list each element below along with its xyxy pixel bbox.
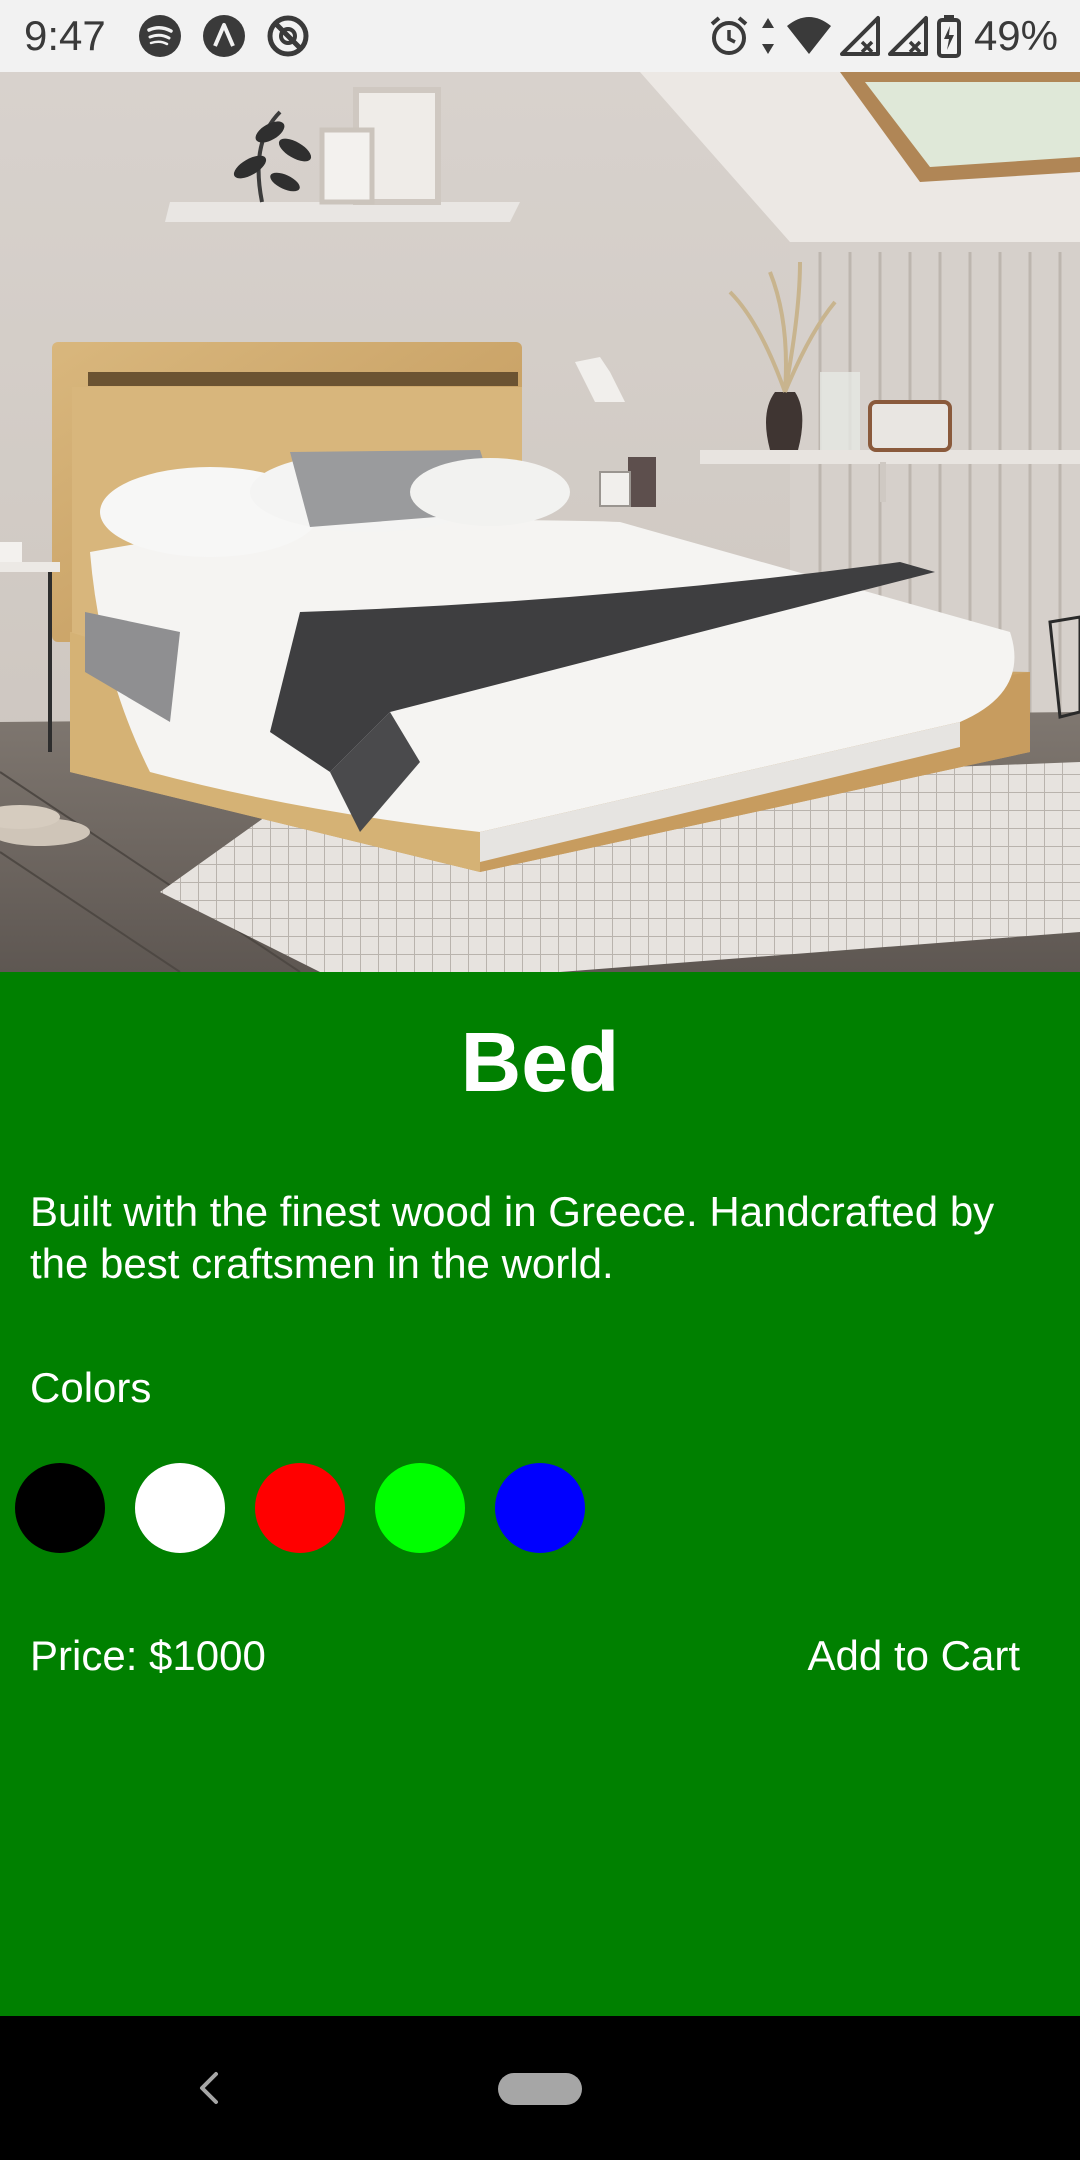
color-swatch-blue[interactable] — [495, 1463, 585, 1553]
product-description: Built with the finest wood in Greece. Ha… — [30, 1188, 995, 1287]
bed-photo — [0, 72, 1080, 972]
product-details: Bed Built with the finest wood in Greece… — [0, 972, 1080, 2016]
back-icon[interactable] — [190, 2068, 230, 2108]
color-swatch-black[interactable] — [15, 1463, 105, 1553]
status-left-icons — [138, 14, 310, 58]
color-swatch-red[interactable] — [255, 1463, 345, 1553]
alarm-icon — [710, 16, 748, 55]
battery-icon — [936, 15, 961, 58]
spotify-icon — [139, 15, 181, 57]
signal-icon — [839, 16, 880, 56]
app-icon — [203, 15, 245, 57]
product-image — [0, 72, 1080, 972]
battery-percentage: 49% — [973, 12, 1058, 59]
color-swatch-white[interactable] — [135, 1463, 225, 1553]
wifi-icon — [786, 17, 831, 54]
screen: 9:47 49% Bed Built with the finest wood … — [0, 0, 1080, 2160]
signal-icon — [887, 16, 928, 56]
product-price: Price: $1000 — [30, 1632, 266, 1679]
navigation-bar — [0, 2016, 1080, 2160]
home-pill-icon[interactable] — [498, 2073, 582, 2105]
do-not-disturb-icon — [267, 15, 309, 57]
status-time: 9:47 — [24, 12, 106, 59]
color-swatch-green[interactable] — [375, 1463, 465, 1553]
data-arrows-icon — [761, 18, 774, 54]
product-title: Bed — [460, 1015, 620, 1109]
color-swatches — [15, 1463, 585, 1553]
colors-label: Colors — [30, 1364, 152, 1411]
status-right-icons: 49% — [708, 12, 1058, 60]
status-bar: 9:47 49% — [0, 0, 1080, 72]
add-to-cart-button[interactable]: Add to Cart — [808, 1630, 1020, 1682]
